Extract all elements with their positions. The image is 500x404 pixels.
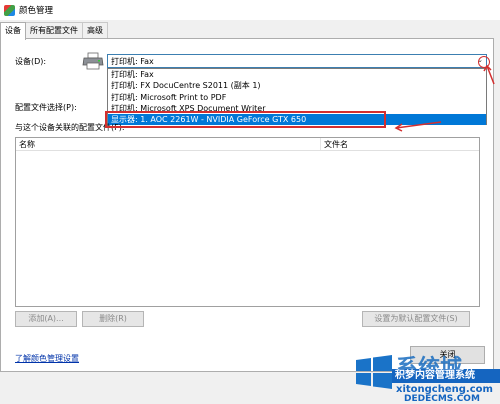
- device-select[interactable]: 打印机: Fax ⌄: [107, 54, 487, 68]
- watermark-slogan-text: 积梦内容管理系统: [395, 370, 475, 381]
- list-header: 名称 文件名: [16, 138, 479, 151]
- color-management-icon: [4, 4, 15, 16]
- column-name[interactable]: 名称: [16, 138, 321, 150]
- device-option[interactable]: 打印机: FX DocuCentre S2011 (副本 1): [108, 80, 486, 91]
- profile-selection-label: 配置文件选择(P):: [15, 103, 77, 112]
- column-filename[interactable]: 文件名: [321, 138, 479, 150]
- learn-color-management-link[interactable]: 了解颜色管理设置: [15, 353, 79, 364]
- printer-icon: [82, 52, 104, 70]
- watermark-site: DEDECMS.COM: [404, 394, 480, 404]
- tab-all-profiles[interactable]: 所有配置文件: [25, 22, 83, 39]
- watermark-slogan: 积梦内容管理系统: [392, 369, 500, 383]
- device-select-value: 打印机: Fax: [111, 57, 154, 66]
- profiles-list[interactable]: 名称 文件名: [15, 137, 480, 307]
- title-bar: 颜色管理: [0, 0, 500, 20]
- device-option[interactable]: 打印机: Fax: [108, 69, 486, 80]
- device-option[interactable]: 打印机: Microsoft Print to PDF: [108, 92, 486, 103]
- tab-advanced[interactable]: 高级: [82, 22, 108, 39]
- annotation-circle: [478, 56, 490, 68]
- annotation-highlight-box: [105, 111, 386, 128]
- window-title: 颜色管理: [19, 6, 54, 16]
- remove-button[interactable]: 删除(R): [82, 311, 144, 327]
- color-management-window: 颜色管理 设备 所有配置文件 高级 设备(D): 打印机: Fax ⌄ 打印机:…: [0, 0, 500, 404]
- watermark-windows-logo: [356, 355, 392, 389]
- device-label: 设备(D):: [15, 57, 47, 66]
- tab-strip: 设备 所有配置文件 高级: [0, 22, 108, 40]
- set-default-button[interactable]: 设置为默认配置文件(S): [362, 311, 470, 327]
- add-button[interactable]: 添加(A)...: [15, 311, 77, 327]
- tab-device[interactable]: 设备: [0, 22, 26, 40]
